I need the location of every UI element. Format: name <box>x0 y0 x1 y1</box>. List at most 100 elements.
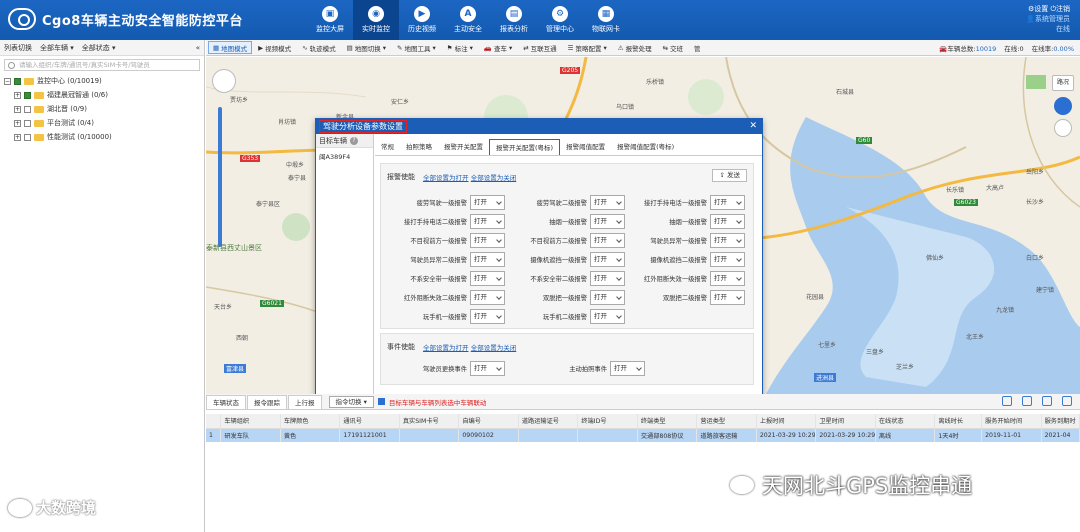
tree-checkbox[interactable] <box>14 77 21 85</box>
column-header[interactable]: 卫星时间 <box>815 414 876 429</box>
tab-alarm-switch-guangdong[interactable]: 报警开关配置(粤标) <box>489 139 561 155</box>
expand-icon[interactable]: + <box>14 133 21 141</box>
user-name[interactable]: 系统管理员 <box>1035 15 1070 23</box>
nav-management[interactable]: ⚙ 管理中心 <box>537 0 583 40</box>
tree-node-hubei[interactable]: + 湖北晋 (0/9) <box>0 102 204 116</box>
mark-dropdown[interactable]: ⚑ 标注 ▾ <box>442 41 478 54</box>
map-switch-dropdown[interactable]: ▤ 地图切换 ▾ <box>342 41 391 54</box>
alarm-switch-select[interactable]: 打开 <box>710 233 745 248</box>
event-set-all-off-link[interactable]: 全部设置为关闭 <box>471 344 517 352</box>
column-header[interactable]: 服务开始时间 <box>981 414 1042 429</box>
alarm-switch-select[interactable]: 打开 <box>590 214 625 229</box>
column-header[interactable]: 离线时长 <box>934 414 983 429</box>
column-header[interactable]: 上报时间 <box>756 414 817 429</box>
alarm-switch-select[interactable]: 打开 <box>590 195 625 210</box>
event-set-all-on-link[interactable]: 全部设置为打开 <box>423 344 469 352</box>
video-mode-button[interactable]: ▶ 视频模式 <box>253 41 296 54</box>
filter-icon[interactable] <box>1002 396 1012 406</box>
alarm-switch-select[interactable]: 打开 <box>470 290 505 305</box>
find-vehicle-dropdown[interactable]: 🚗 查车 ▾ <box>479 41 517 54</box>
close-icon[interactable]: ✕ <box>749 119 757 134</box>
map-mode-button[interactable]: ▦ 地图模式 <box>208 41 253 54</box>
expand-icon[interactable]: + <box>14 91 21 99</box>
alarm-switch-select[interactable]: 打开 <box>470 252 505 267</box>
tree-checkbox[interactable] <box>24 105 31 113</box>
list-toggle-button[interactable]: 列表切换 <box>4 43 32 53</box>
alarm-switch-select[interactable]: 打开 <box>710 271 745 286</box>
tree-checkbox[interactable] <box>24 91 31 99</box>
column-header[interactable]: 道路运输证号 <box>518 414 579 429</box>
help-icon[interactable]: ? <box>350 136 358 145</box>
tab-alarm-switch[interactable]: 报警开关配置 <box>438 139 489 155</box>
column-header[interactable]: 在线状态 <box>875 414 936 429</box>
set-all-off-link[interactable]: 全部设置为关闭 <box>471 174 517 182</box>
alarm-switch-select[interactable]: 打开 <box>710 214 745 229</box>
event-switch-select[interactable]: 打开 <box>470 361 505 376</box>
export-icon[interactable] <box>1022 396 1032 406</box>
alarm-switch-select[interactable]: 打开 <box>590 252 625 267</box>
nav-history-video[interactable]: ▶ 历史视频 <box>399 0 445 40</box>
expand-icon[interactable]: + <box>14 105 21 113</box>
track-mode-button[interactable]: ∿ 轨迹模式 <box>297 41 340 54</box>
alarm-switch-select[interactable]: 打开 <box>590 271 625 286</box>
map-tools-dropdown[interactable]: ✎ 地图工具 ▾ <box>392 41 441 54</box>
set-all-on-link[interactable]: 全部设置为打开 <box>423 174 469 182</box>
tab-alarm-threshold[interactable]: 报警阈值配置 <box>560 139 611 155</box>
collapse-panel-icon[interactable]: « <box>196 44 200 52</box>
interconnect-button[interactable]: ⇄ 互联互通 <box>518 41 561 54</box>
column-header[interactable]: 通讯号 <box>339 414 400 429</box>
alarm-switch-select[interactable]: 打开 <box>710 252 745 267</box>
tab-vehicle-status[interactable]: 车辆状态 <box>206 394 246 409</box>
target-vehicle-item[interactable]: 闽A389F4 <box>316 148 373 164</box>
alarm-switch-select[interactable]: 打开 <box>470 233 505 248</box>
minimize-icon[interactable] <box>1062 396 1072 406</box>
locate-icon[interactable] <box>1054 119 1072 137</box>
logout-link[interactable]: 注销 <box>1056 5 1070 13</box>
dialog-title-bar[interactable]: 驾驶分析设备参数设置 ✕ <box>316 119 762 134</box>
alarm-switch-select[interactable]: 打开 <box>470 195 505 210</box>
tab-photo-policy[interactable]: 拍照策略 <box>400 139 438 155</box>
collapse-icon[interactable]: − <box>4 77 11 85</box>
nav-iot-card[interactable]: ▦ 物联网卡 <box>583 0 629 40</box>
event-switch-select[interactable]: 打开 <box>610 361 645 376</box>
alarm-switch-select[interactable]: 打开 <box>710 195 745 210</box>
column-header[interactable]: 车辆组织 <box>220 414 281 429</box>
tree-node-monitor-center[interactable]: − 监控中心 (0/10019) <box>0 74 204 88</box>
map-zoom-slider[interactable] <box>218 107 222 247</box>
alarm-switch-select[interactable]: 打开 <box>590 309 625 324</box>
tree-checkbox[interactable] <box>24 133 31 141</box>
nav-monitor-screen[interactable]: ▣ 监控大屏 <box>307 0 353 40</box>
traffic-button[interactable]: 路况 <box>1052 75 1074 91</box>
street-view-icon[interactable] <box>1054 97 1072 115</box>
nav-realtime-monitor[interactable]: ◉ 实时监控 <box>353 0 399 40</box>
column-header[interactable]: 营运类型 <box>696 414 757 429</box>
settings-link[interactable]: 设置 <box>1034 5 1048 13</box>
column-header[interactable]: 终端类型 <box>637 414 698 429</box>
expand-icon[interactable]: + <box>14 119 21 127</box>
tab-uplink[interactable]: 上行报 <box>288 394 322 409</box>
alarm-handle-button[interactable]: ⚠ 报警处理 <box>613 41 657 54</box>
tab-command-tracking[interactable]: 报令跟踪 <box>247 394 287 409</box>
tree-node-platform-test[interactable]: + 平台测试 (0/4) <box>0 116 204 130</box>
send-button[interactable]: ⇪ 发送 <box>712 169 747 182</box>
shift-handover-button[interactable]: ⇆ 交班 <box>658 41 688 54</box>
table-row[interactable]: 1 研发车队 黄色 17191121001 09090102 交通部808协议 道路旅客运输… <box>206 428 1080 442</box>
alarm-switch-select[interactable]: 打开 <box>470 309 505 324</box>
alarm-switch-select[interactable]: 打开 <box>470 271 505 286</box>
tree-checkbox[interactable] <box>24 119 31 127</box>
alarm-switch-select[interactable]: 打开 <box>590 290 625 305</box>
column-header[interactable]: 车牌颜色 <box>280 414 341 429</box>
settings-icon[interactable] <box>1042 396 1052 406</box>
tree-node-perf-test[interactable]: + 性能测试 (0/10000) <box>0 130 204 144</box>
column-header[interactable]: 自编号 <box>458 414 519 429</box>
tab-alarm-threshold-guangdong[interactable]: 报警阈值配置(粤标) <box>611 139 680 155</box>
tab-general[interactable]: 常规 <box>375 139 400 155</box>
link-vehicle-checkbox[interactable] <box>377 398 385 405</box>
manage-button[interactable]: 管 <box>689 41 706 54</box>
policy-config-dropdown[interactable]: ☰ 策略配置 ▾ <box>563 41 612 54</box>
vehicle-search-input[interactable]: 请输入组织/车牌/通讯号/真实SIM卡号/驾驶员 <box>4 59 200 71</box>
map-pan-control[interactable] <box>212 69 236 93</box>
alarm-switch-select[interactable]: 打开 <box>590 233 625 248</box>
tree-node-fujian[interactable]: + 福建晨冠智通 (0/6) <box>0 88 204 102</box>
column-header[interactable]: 真实SIM卡号 <box>399 414 460 429</box>
